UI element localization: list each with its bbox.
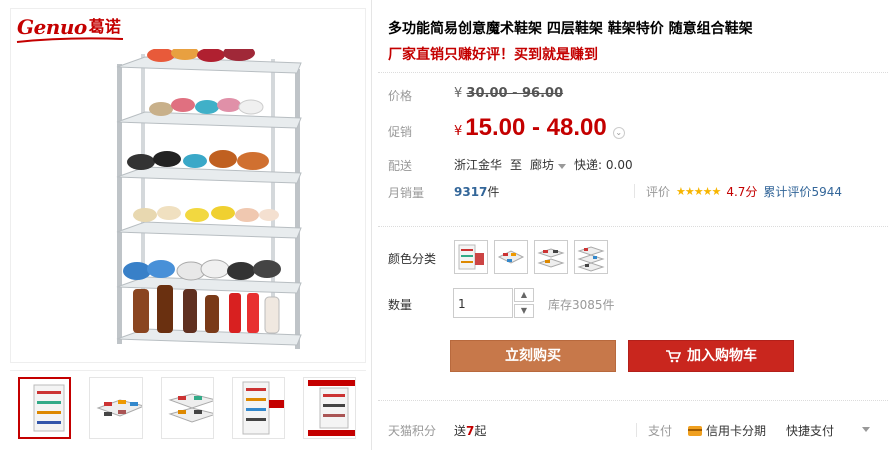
color-swatch-3[interactable] [534,240,568,274]
promo-price: ¥ 15.00 - 48.00 ⌄ [454,114,625,142]
promo-label: 促销 [388,125,413,139]
total-reviews-link[interactable]: 累计评价5944 [763,183,842,200]
brand-cn: 葛诺 [88,17,121,36]
total-reviews-label: 累计评价 [763,185,812,199]
chevron-down-icon[interactable] [862,427,870,432]
rating-label: 评价 [646,185,671,199]
product-title: 多功能简易创意魔术鞋架 四层鞋架 鞋架特价 随意组合鞋架 [388,21,753,37]
thumb-4[interactable] [231,377,285,439]
quick-pay[interactable]: 快捷支付 [786,422,834,439]
swatch-4-image-icon [577,246,605,272]
chevron-down-icon [558,164,567,169]
monthly-sales-label: 月销量 [388,186,425,200]
color-swatch-2[interactable] [494,240,528,274]
shipping-from: 浙江金华 [454,158,503,172]
divider [634,184,635,198]
buy-now-button[interactable]: 立刻购买 [450,340,616,372]
quantity-decrease-button[interactable]: ▼ [514,304,534,318]
total-reviews-count: 5944 [811,185,842,199]
color-label: 颜色分类 [388,252,437,266]
quantity-input[interactable]: 1 [453,288,513,318]
divider [378,72,888,73]
rating-score: 4.7分 [726,185,758,199]
original-price-value: 30.00 - 96.00 [466,86,564,101]
thumb-3-image-icon [167,393,213,423]
quantity-increase-button[interactable]: ▲ [514,288,534,302]
price-label: 价格 [388,89,413,103]
shipping-info: 浙江金华 至 廊坊 快递: 0.00 [454,156,633,173]
shipping-label: 配送 [388,159,413,173]
swatch-1-image-icon [458,244,484,270]
divider [636,423,637,437]
divider [378,226,888,227]
monthly-sales-unit: 件 [487,185,500,199]
stock-count: 库存3085件 [548,298,615,312]
quantity-label: 数量 [388,298,413,312]
cart-icon [666,350,681,363]
points-label: 天猫积分 [388,424,437,438]
points-value: 送7起 [454,422,486,439]
shipping-fee: 快递: 0.00 [574,158,633,172]
product-info: 多功能简易创意魔术鞋架 四层鞋架 鞋架特价 随意组合鞋架 厂家直销只赚好评！买到… [378,0,888,450]
promo-expand-icon[interactable]: ⌄ [612,127,625,139]
original-price-currency: ¥ [454,86,463,101]
product-subtitle: 厂家直销只赚好评！买到就是赚到 [388,47,598,63]
swatch-3-image-icon [537,248,565,268]
shipping-destination: 廊坊 [530,158,555,172]
rating-block: 评价 ★★★★★ 4.7分 累计评价5944 [646,183,842,200]
main-product-image[interactable]: Genuo 葛诺 [10,8,366,363]
thumb-4-image-icon [242,381,284,435]
thumb-1[interactable] [18,377,72,439]
points-prefix: 送 [454,424,467,438]
credit-installment-label: 信用卡分期 [706,424,767,438]
rating-stars-icon: ★★★★★ [676,185,721,198]
product-gallery: Genuo 葛诺 [0,0,372,450]
shipping-to-word: 至 [510,158,523,172]
monthly-sales: 9317件 [454,183,499,200]
points-suffix: 起 [474,424,487,438]
brand-swoosh-icon [16,37,124,43]
credit-installment[interactable]: 信用卡分期 [688,422,766,439]
shoe-rack-illustration [116,49,302,349]
thumb-3[interactable] [160,377,214,439]
promo-price-value: 15.00 - 48.00 [465,114,607,141]
thumb-2[interactable] [89,377,143,439]
divider [378,400,888,401]
thumb-1-image-icon [33,384,65,432]
add-to-cart-button[interactable]: 加入购物车 [628,340,794,372]
credit-card-icon [688,425,702,436]
payment-label: 支付 [648,424,673,438]
thumb-5[interactable] [302,377,356,439]
color-swatch-1[interactable] [454,240,488,274]
thumb-2-image-icon [96,399,142,417]
swatch-2-image-icon [497,250,525,264]
color-swatch-4[interactable] [574,240,608,274]
shipping-destination-select[interactable]: 廊坊 [530,156,567,173]
thumb-5-image-icon [307,380,355,436]
thumbnail-strip [10,370,366,440]
promo-price-currency: ¥ [454,124,463,139]
add-to-cart-label: 加入购物车 [687,348,757,364]
original-price: ¥ 30.00 - 96.00 [454,86,563,101]
monthly-sales-count: 9317 [454,185,488,199]
